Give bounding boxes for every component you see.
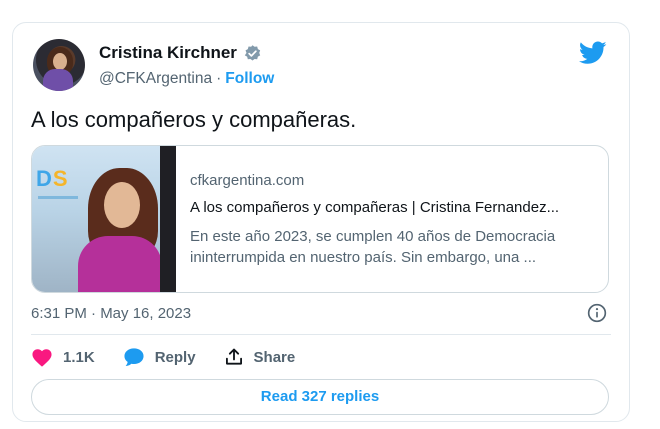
- heart-icon: [32, 349, 52, 367]
- divider: [31, 334, 611, 335]
- link-description-line-2: ininterrumpida en nuestro país. Sin emba…: [190, 249, 537, 266]
- tweet-timestamp[interactable]: 6:31 PM · May 16, 2023: [31, 305, 191, 322]
- link-title: A los compañeros y compañeras | Cristina…: [190, 199, 560, 216]
- share-label: Share: [253, 348, 296, 366]
- link-description: En este año 2023, se cumplen 40 años de …: [190, 226, 608, 268]
- avatar-face: [53, 53, 67, 70]
- link-domain: cfkargentina.com: [190, 172, 305, 189]
- thumbnail-body: [78, 236, 162, 292]
- thumbnail-logo-line: [38, 196, 78, 199]
- read-replies-button[interactable]: Read 327 replies: [31, 379, 609, 415]
- handle-separator: ·: [216, 70, 222, 87]
- tweet-card: Cristina Kirchner @CFKArgentina · Follow…: [12, 22, 630, 422]
- thumbnail-face: [104, 182, 140, 228]
- avatar[interactable]: [33, 39, 85, 91]
- link-thumbnail: DS: [32, 146, 176, 292]
- tweet-text: A los compañeros y compañeras.: [31, 107, 357, 132]
- action-bar: 1.1K Reply Share: [31, 345, 295, 369]
- share-icon: [225, 348, 242, 365]
- reply-label: Reply: [154, 348, 196, 366]
- twitter-bird-icon[interactable]: [579, 41, 607, 65]
- thumbnail-edge: [160, 146, 176, 292]
- verified-badge-icon: [244, 44, 261, 61]
- link-info: cfkargentina.com A los compañeros y comp…: [176, 146, 608, 292]
- like-count: 1.1K: [63, 348, 95, 366]
- author-name-row: Cristina Kirchner: [99, 43, 262, 63]
- info-icon[interactable]: [587, 303, 607, 323]
- link-preview-card[interactable]: DS cfkargentina.com A los compañeros y c…: [31, 145, 609, 293]
- author-name[interactable]: Cristina Kirchner: [99, 43, 237, 63]
- author-handle[interactable]: @CFKArgentina: [99, 70, 212, 88]
- reply-bubble-icon: [124, 348, 144, 366]
- handle-row: @CFKArgentina · Follow: [99, 70, 274, 88]
- thumbnail-logo: DS: [36, 166, 69, 191]
- avatar-shirt: [43, 69, 73, 91]
- reply-button[interactable]: Reply: [123, 345, 196, 369]
- link-description-line-1: En este año 2023, se cumplen 40 años de …: [190, 228, 556, 245]
- like-button[interactable]: 1.1K: [31, 345, 95, 369]
- follow-link[interactable]: Follow: [225, 70, 274, 88]
- share-button[interactable]: Share: [224, 345, 296, 369]
